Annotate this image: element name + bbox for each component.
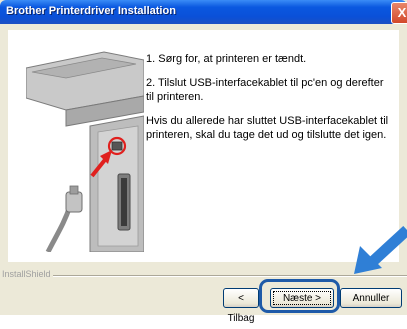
cancel-button-label: Annuller	[352, 293, 390, 304]
instructions-text: 1. Sørg for, at printeren er tændt. 2. T…	[146, 52, 390, 152]
close-icon: X	[397, 5, 407, 20]
installshield-label: InstallShield	[2, 269, 53, 279]
instruction-step2: 2. Tilslut USB-interfacekablet til pc'en…	[146, 77, 384, 103]
back-button-label: < Tilbag	[227, 293, 255, 324]
cancel-button[interactable]: Annuller	[340, 288, 402, 308]
installer-window: Brother Printerdriver Installation X 1. …	[0, 0, 407, 324]
next-button-highlight	[259, 279, 340, 313]
content-panel: 1. Sørg for, at printeren er tændt. 2. T…	[8, 30, 399, 262]
window-title: Brother Printerdriver Installation	[6, 5, 176, 17]
installshield-divider	[44, 275, 407, 277]
instruction-step3: Hvis du allerede har sluttet USB-interfa…	[146, 115, 389, 141]
title-bar[interactable]: Brother Printerdriver Installation X	[0, 0, 407, 24]
back-button[interactable]: < Tilbag	[223, 288, 259, 324]
close-button[interactable]: X	[391, 2, 407, 24]
instruction-step1: 1. Sørg for, at printeren er tændt.	[146, 53, 307, 65]
pointer-arrow-icon	[354, 226, 407, 274]
printer-usb-illustration	[26, 51, 144, 252]
